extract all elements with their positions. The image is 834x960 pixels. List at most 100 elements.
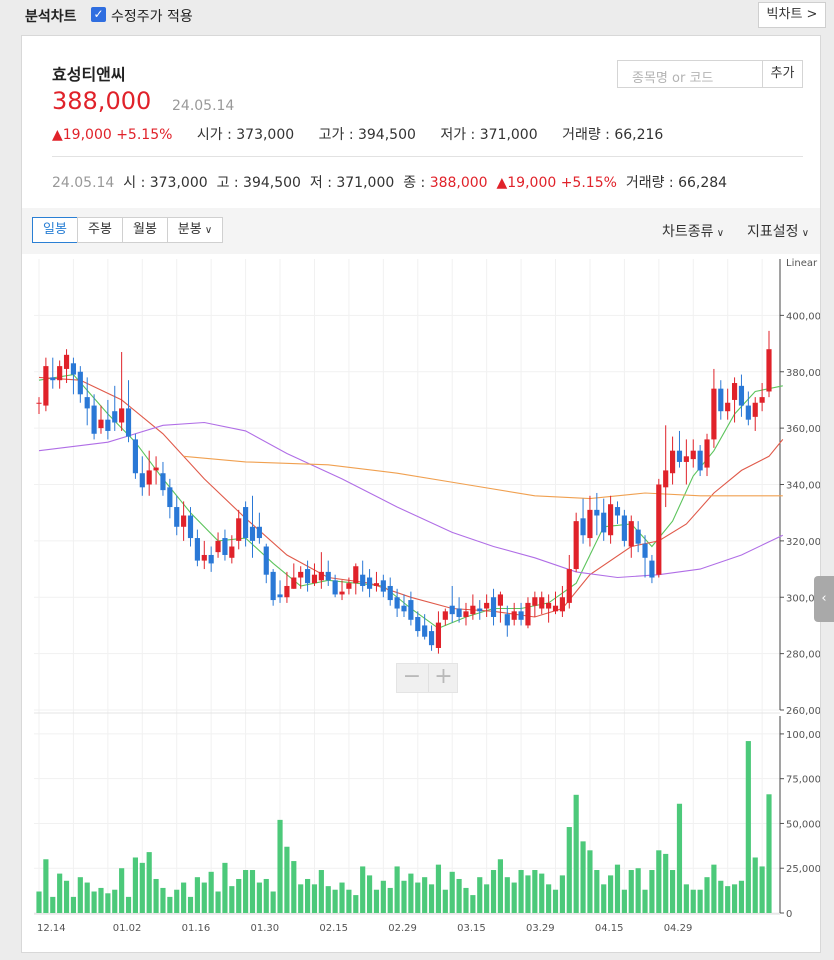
chart-type-label: 차트종류: [662, 224, 714, 240]
volume-bar: [463, 887, 469, 913]
candle-body: [428, 631, 435, 646]
volume-bar: [539, 873, 545, 913]
volume-bar: [718, 880, 724, 913]
volume-bar: [552, 889, 559, 913]
x-axis-label: 03.15: [457, 923, 486, 934]
summary-high: 고 : 394,500: [216, 175, 301, 191]
candle-body: [346, 583, 352, 589]
candle-body: [208, 554, 214, 564]
candle-body: [119, 408, 125, 423]
candle-body: [559, 597, 565, 612]
volume-bar: [243, 870, 249, 913]
divider: [52, 156, 803, 157]
zoom-out-button[interactable]: −: [397, 664, 427, 692]
x-axis-label: 01.16: [182, 923, 211, 934]
volume-bar: [759, 866, 765, 913]
candle-body: [57, 366, 63, 381]
candle-body: [284, 585, 290, 598]
top-bar: 분석차트 ✓ 수정주가 적용 빅차트 >: [0, 0, 834, 32]
volume-bar: [490, 870, 497, 913]
candle-body: [697, 450, 703, 471]
volume-bar: [690, 889, 696, 913]
volume-bar: [222, 862, 228, 913]
volume-bar: [263, 878, 269, 913]
volume-bar: [91, 891, 97, 913]
period-minute-button[interactable]: 분봉 ∨: [167, 217, 223, 243]
candle-body: [50, 377, 56, 381]
period-monthly-button[interactable]: 월봉: [122, 217, 168, 243]
chart-type-dropdown[interactable]: 차트종류 ∨: [662, 221, 724, 241]
candle-body: [504, 614, 510, 626]
candle-body: [332, 580, 338, 595]
period-weekly-button[interactable]: 주봉: [77, 217, 123, 243]
price-stats: ▲19,000 +5.15% 시가 : 373,000 고가 : 394,500…: [52, 124, 683, 144]
summary-close-label: 종 :: [403, 175, 430, 191]
side-panel-handle[interactable]: ‹: [814, 576, 834, 622]
volume-bar: [43, 859, 49, 913]
price-axis-label: 380,000: [786, 368, 820, 379]
candle-body: [449, 605, 455, 615]
candle-body: [311, 574, 318, 584]
candle-body: [270, 571, 276, 601]
indicator-settings-dropdown[interactable]: 지표설정 ∨: [747, 221, 809, 241]
candle-body: [84, 397, 90, 409]
adjusted-price-label[interactable]: 수정주가 적용: [111, 6, 193, 26]
candle-body: [125, 408, 132, 437]
volume-bar: [84, 882, 90, 913]
volume-bar: [580, 841, 586, 913]
volume-bar: [422, 877, 428, 913]
candle-body: [718, 388, 724, 412]
volume-bar: [132, 857, 138, 913]
volume-bar: [676, 803, 683, 913]
volume-bar: [373, 889, 380, 913]
volume-bar: [725, 886, 731, 913]
summary-open: 시 : 373,000: [123, 175, 208, 191]
candle-body: [98, 419, 104, 429]
price-chart[interactable]: 400,000380,000360,000340,000320,000300,0…: [22, 254, 820, 954]
price-date: 24.05.14: [172, 98, 235, 114]
candle-body: [573, 521, 579, 570]
volume-bar: [70, 896, 77, 913]
current-price: 388,000: [52, 87, 152, 115]
volume-bar: [298, 884, 304, 913]
zoom-in-button[interactable]: +: [428, 664, 458, 692]
add-stock-button[interactable]: 추가: [763, 60, 803, 88]
low-price: 저가 : 371,000: [440, 127, 538, 143]
volume-bar: [36, 891, 42, 913]
price-axis-label: 360,000: [786, 424, 820, 435]
volume-bar: [360, 866, 366, 913]
candle-body: [766, 349, 772, 392]
candle-body: [670, 450, 676, 474]
candle-body: [656, 484, 662, 575]
volume-bar: [642, 889, 648, 913]
volume-bar: [139, 862, 145, 913]
candle-body: [373, 583, 380, 586]
adjusted-price-checkbox[interactable]: ✓: [91, 7, 106, 22]
candle-body: [360, 574, 366, 586]
summary-close: 388,000: [429, 175, 488, 191]
volume-bar: [311, 884, 318, 913]
candle-body: [291, 577, 297, 589]
volume-bar: [504, 877, 510, 913]
candle-body: [738, 385, 745, 406]
volume-bar: [559, 875, 565, 913]
candle-body: [236, 518, 242, 541]
volume-bar: [63, 880, 70, 913]
volume-bar: [766, 794, 772, 913]
candle-body: [490, 597, 497, 617]
candle-body: [277, 594, 283, 598]
stock-search-input[interactable]: 종목명 or 코드: [617, 60, 763, 88]
candle-body: [539, 597, 545, 609]
candle-body: [711, 388, 717, 440]
volume-bar: [98, 887, 104, 913]
period-daily-button[interactable]: 일봉: [32, 217, 78, 243]
volume-bar: [601, 884, 607, 913]
candle-body: [649, 560, 655, 578]
volume-bar: [318, 870, 324, 913]
volume-bar: [594, 870, 600, 913]
volume-bar: [670, 870, 676, 913]
candle-body: [194, 538, 200, 561]
candle-body: [43, 366, 49, 406]
big-chart-button[interactable]: 빅차트 >: [758, 2, 826, 28]
candle-body: [525, 602, 531, 626]
